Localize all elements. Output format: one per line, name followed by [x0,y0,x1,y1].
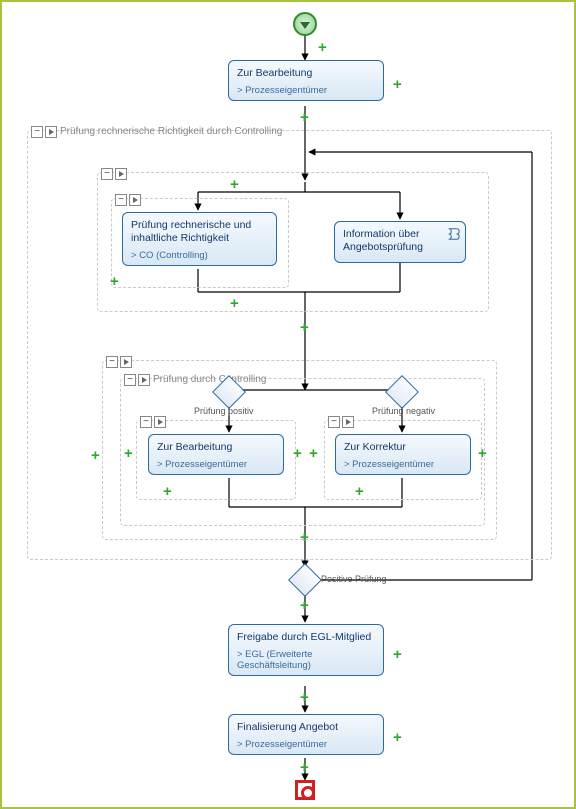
add-button[interactable]: + [293,446,302,461]
play-button[interactable] [154,416,166,428]
task-role: > Prozesseigentümer [237,739,375,750]
add-button[interactable]: + [300,110,309,125]
task-title: Zur Bearbeitung [157,441,275,454]
add-button[interactable]: + [318,40,327,55]
collapse-button[interactable]: − [115,194,127,206]
task-title: Prüfung rechnerische und inhaltliche Ric… [131,219,268,245]
add-button[interactable]: + [110,274,119,289]
task-title: Information über Angebotsprüfung [343,228,457,254]
task-finalisierung-angebot[interactable]: Finalisierung Angebot > Prozesseigentüme… [228,714,384,755]
add-button[interactable]: + [309,446,318,461]
task-role: > CO (Controlling) [131,250,268,261]
add-button[interactable]: + [300,530,309,545]
task-zur-bearbeitung-2[interactable]: Zur Bearbeitung > Prozesseigentümer [148,434,284,475]
task-title: Freigabe durch EGL-Mitglied [237,631,375,644]
task-freigabe-egl[interactable]: Freigabe durch EGL-Mitglied > EGL (Erwei… [228,624,384,676]
task-zur-bearbeitung[interactable]: Zur Bearbeitung > Prozesseigentümer [228,60,384,101]
task-zur-korrektur[interactable]: Zur Korrektur > Prozesseigentümer [335,434,471,475]
add-button[interactable]: + [91,448,100,463]
play-button[interactable] [115,168,127,180]
task-title: Finalisierung Angebot [237,721,375,734]
collapse-button[interactable]: − [124,374,136,386]
group-outer-label: Prüfung rechnerische Richtigkeit durch C… [60,126,282,137]
task-title: Zur Bearbeitung [237,67,375,80]
script-icon [446,227,460,241]
play-button[interactable] [138,374,150,386]
task-role: > Prozesseigentümer [344,459,462,470]
add-button[interactable]: + [163,484,172,499]
task-role: > Prozesseigentümer [237,85,375,96]
collapse-button[interactable]: − [106,356,118,368]
process-canvas: + Zur Bearbeitung > Prozesseigentümer + … [0,0,576,809]
collapse-button[interactable]: − [140,416,152,428]
flow-label-positive-prufung: Positive Prüfung [321,574,387,584]
play-button[interactable] [45,126,57,138]
add-button[interactable]: + [230,177,239,192]
task-information-angebotspruefung[interactable]: Information über Angebotsprüfung [334,221,466,263]
add-button[interactable]: + [393,730,402,745]
flow-label-prufung-positiv: Prüfung positiv [194,406,254,416]
task-pruefung-rechnerische[interactable]: Prüfung rechnerische und inhaltliche Ric… [122,212,277,266]
gateway-merge[interactable] [288,563,322,597]
add-button[interactable]: + [355,484,364,499]
collapse-button[interactable]: − [101,168,113,180]
add-button[interactable]: + [300,690,309,705]
add-button[interactable]: + [393,647,402,662]
collapse-button[interactable]: − [328,416,340,428]
collapse-button[interactable]: − [31,126,43,138]
task-title: Zur Korrektur [344,441,462,454]
play-button[interactable] [342,416,354,428]
start-event[interactable] [293,12,317,36]
add-button[interactable]: + [300,320,309,335]
end-event[interactable] [295,780,315,800]
add-button[interactable]: + [478,446,487,461]
play-button[interactable] [120,356,132,368]
add-button[interactable]: + [300,598,309,613]
add-button[interactable]: + [124,446,133,461]
add-button[interactable]: + [393,77,402,92]
group-branch-label: Prüfung durch Controlling [153,374,266,385]
add-button[interactable]: + [230,296,239,311]
task-role: > EGL (Erweiterte Geschäftsleitung) [237,649,375,671]
flow-label-prufung-negativ: Prüfung negativ [372,406,435,416]
task-role: > Prozesseigentümer [157,459,275,470]
add-button[interactable]: + [300,760,309,775]
play-button[interactable] [129,194,141,206]
